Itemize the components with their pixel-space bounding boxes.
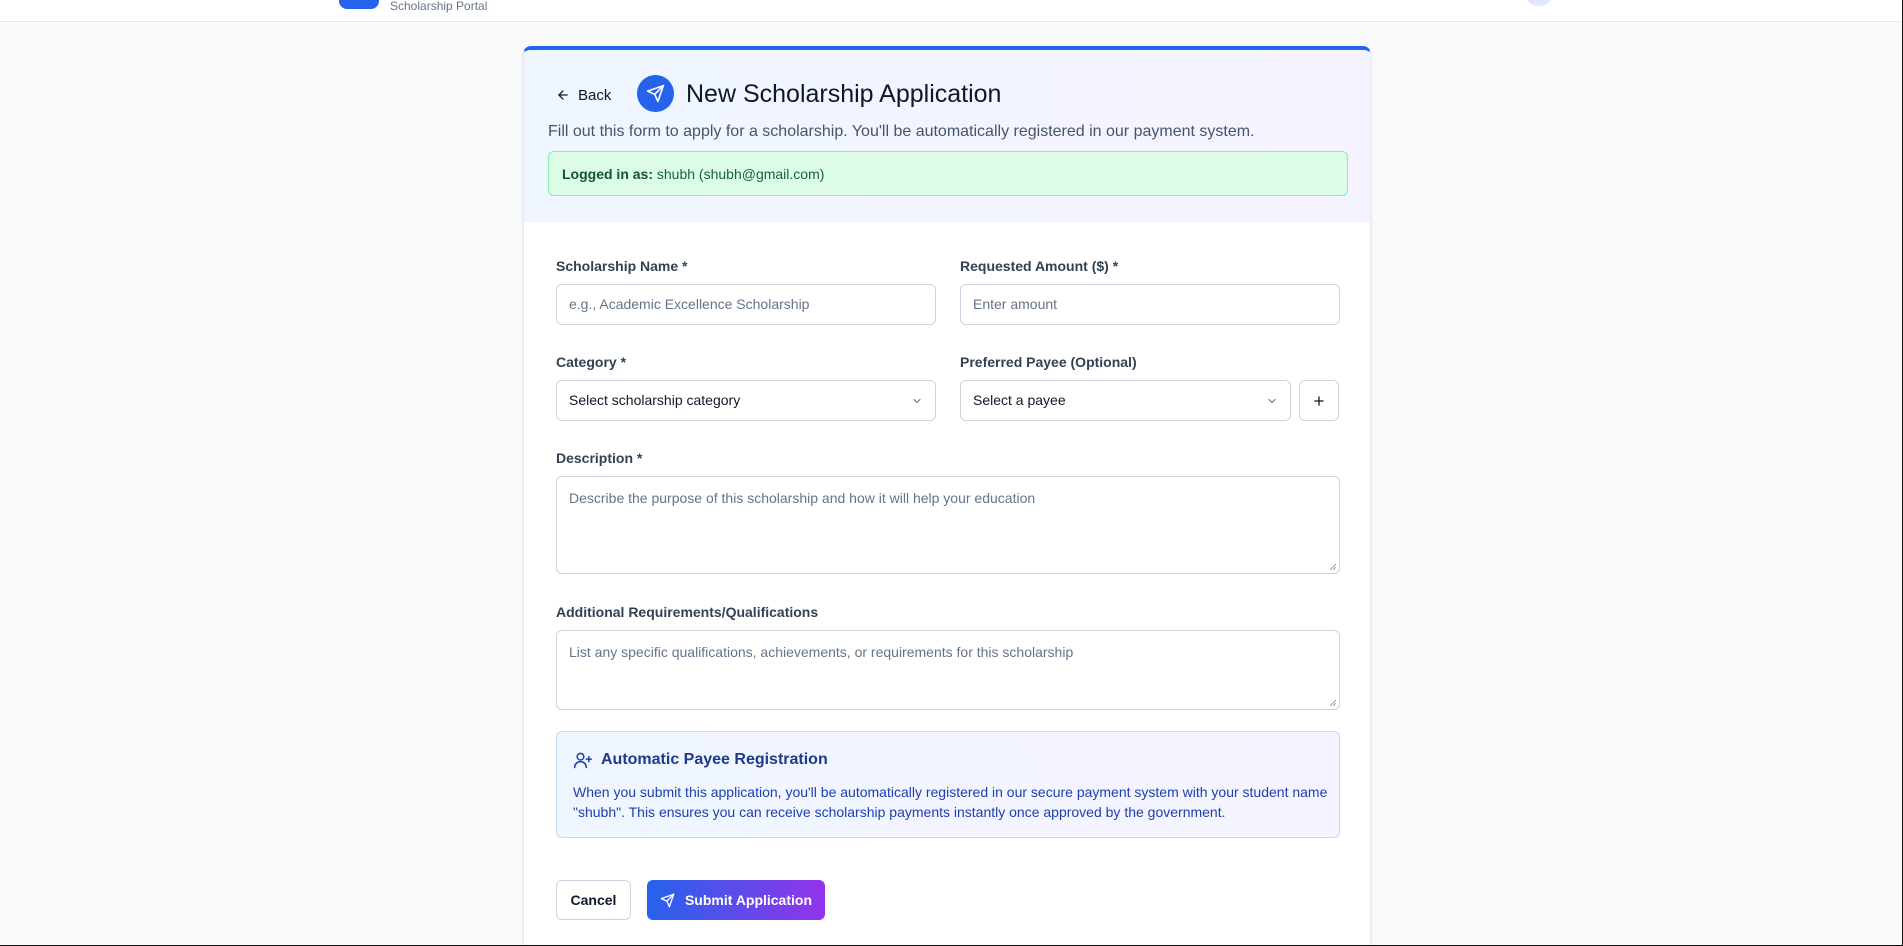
category-label: Category *	[556, 354, 627, 370]
user-plus-icon	[573, 752, 593, 769]
cancel-label: Cancel	[570, 892, 617, 908]
page-title: New Scholarship Application	[686, 80, 1002, 108]
application-card: Back New Scholarship Application Fill ou…	[523, 46, 1371, 946]
requested-amount-input[interactable]: Enter amount	[960, 284, 1340, 325]
description-label: Description *	[556, 450, 643, 466]
plus-icon	[1314, 395, 1324, 406]
description-placeholder: Describe the purpose of this scholarship…	[569, 490, 1036, 506]
category-select[interactable]: Select scholarship category	[556, 380, 936, 421]
app-logo[interactable]	[339, 0, 379, 9]
resize-grip-icon[interactable]	[1329, 699, 1337, 707]
category-selected-value: Select scholarship category	[569, 392, 741, 408]
preferred-payee-select[interactable]: Select a payee	[960, 380, 1291, 421]
add-payee-button[interactable]	[1299, 380, 1339, 421]
payee-registration-info: Automatic Payee Registration When you su…	[556, 731, 1340, 838]
preferred-payee-label: Preferred Payee (Optional)	[960, 354, 1137, 370]
requested-amount-label: Requested Amount ($) *	[960, 258, 1119, 274]
info-text: When you submit this application, you'll…	[573, 784, 1328, 820]
top-navbar: Scholarship Portal	[0, 0, 1903, 22]
info-title: Automatic Payee Registration	[601, 751, 828, 768]
scholarship-name-input[interactable]: e.g., Academic Excellence Scholarship	[556, 284, 936, 325]
scholarship-name-label: Scholarship Name *	[556, 258, 688, 274]
resize-grip-icon[interactable]	[1329, 563, 1337, 571]
logged-in-label: Logged in as:	[562, 166, 653, 182]
submit-application-button[interactable]: Submit Application	[647, 880, 825, 920]
arrow-left-icon	[558, 90, 568, 100]
portal-subtitle: Scholarship Portal	[390, 0, 488, 13]
payee-selected-value: Select a payee	[973, 392, 1066, 408]
requirements-textarea[interactable]: List any specific qualifications, achiev…	[556, 630, 1340, 710]
card-header: Back New Scholarship Application Fill ou…	[524, 50, 1370, 222]
send-icon	[660, 893, 675, 907]
page-subtitle: Fill out this form to apply for a schola…	[548, 123, 1255, 140]
cancel-button[interactable]: Cancel	[556, 880, 631, 920]
back-label: Back	[578, 86, 612, 104]
logged-in-value: shubh (shubh@gmail.com)	[656, 166, 825, 182]
description-textarea[interactable]: Describe the purpose of this scholarship…	[556, 476, 1340, 574]
send-icon	[637, 75, 674, 112]
requirements-placeholder: List any specific qualifications, achiev…	[569, 644, 1074, 660]
avatar[interactable]	[1525, 0, 1553, 6]
chevron-down-icon	[1268, 398, 1276, 404]
logged-in-banner: Logged in as: shubh (shubh@gmail.com)	[548, 151, 1348, 196]
submit-label: Submit Application	[684, 892, 813, 908]
back-button[interactable]: Back	[556, 83, 611, 107]
chevron-down-icon	[913, 398, 921, 404]
requirements-label: Additional Requirements/Qualifications	[556, 604, 819, 620]
